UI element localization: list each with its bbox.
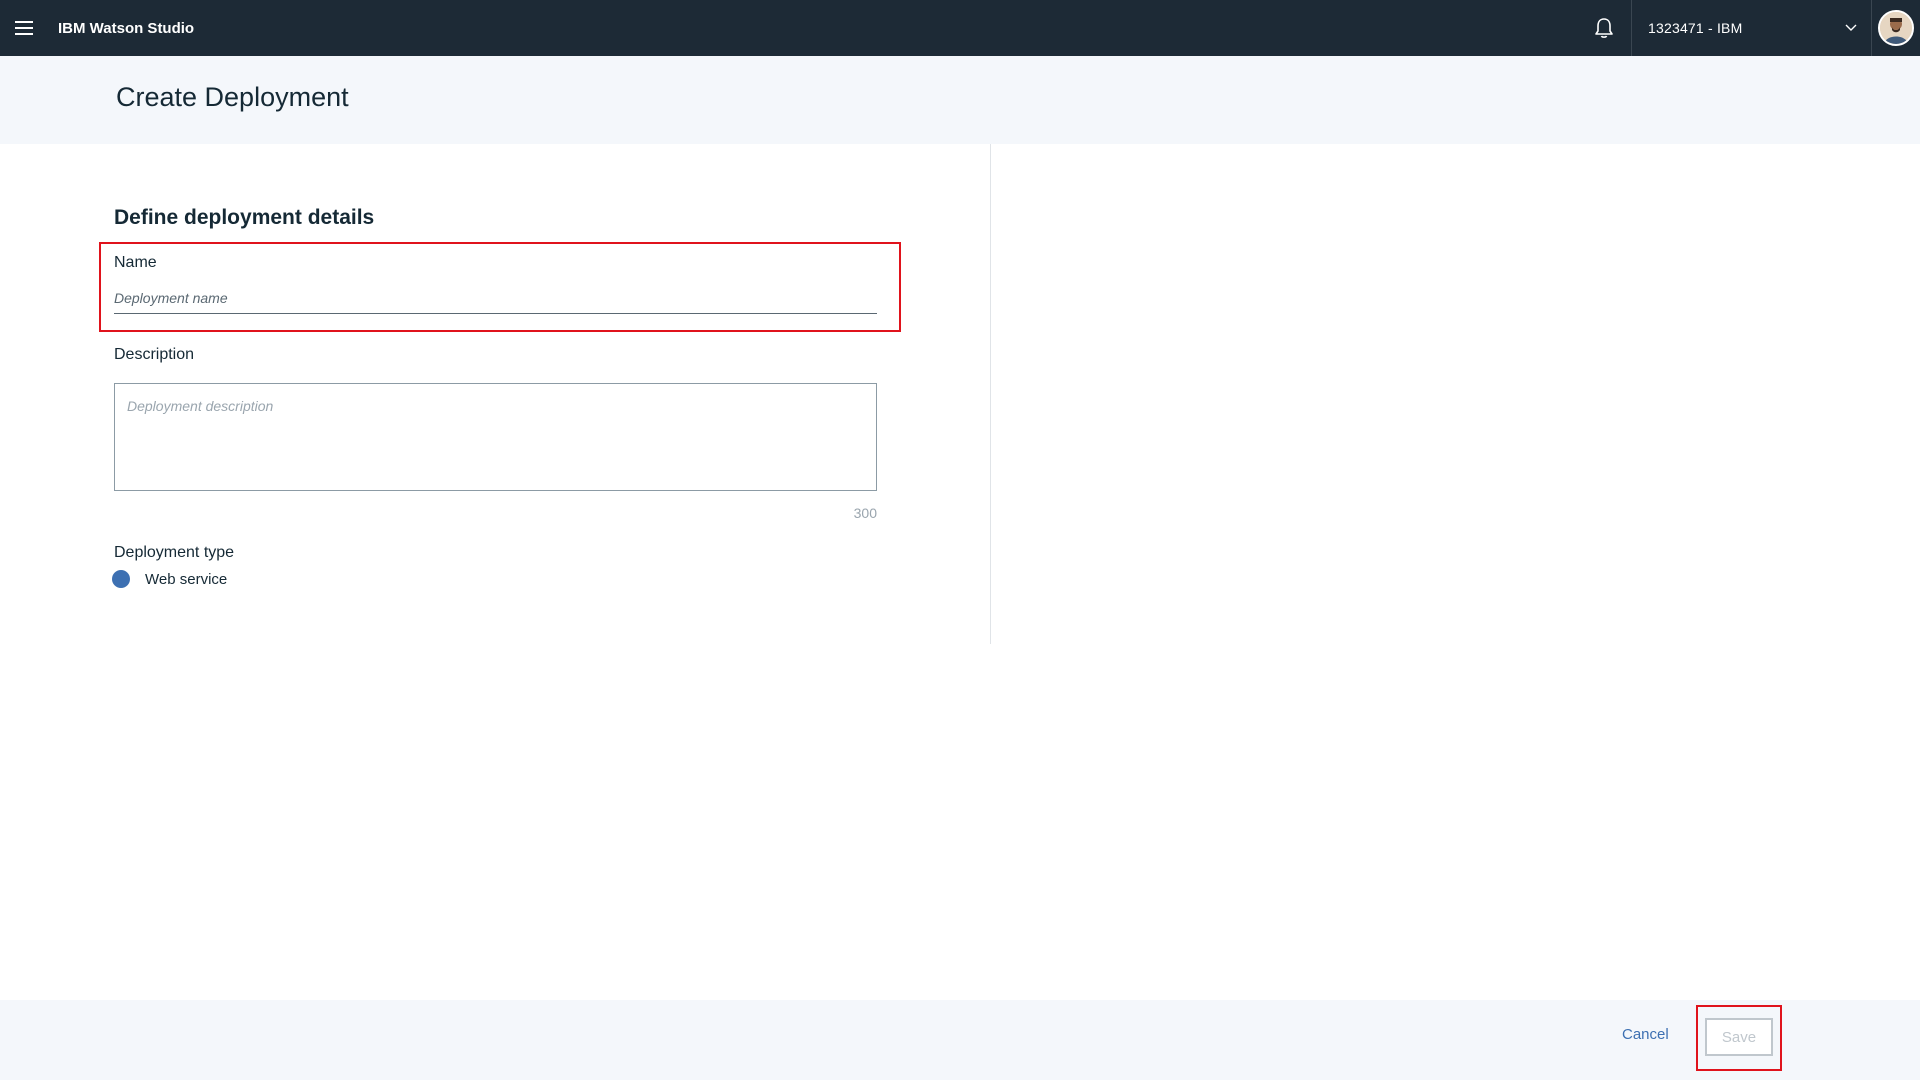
avatar[interactable] — [1872, 0, 1920, 56]
app-title[interactable]: IBM Watson Studio — [58, 20, 194, 37]
user-avatar-image — [1878, 10, 1914, 46]
hamburger-menu-icon[interactable] — [0, 0, 48, 56]
radio-web-service[interactable]: Web service — [112, 570, 227, 588]
page-title: Create Deployment — [116, 82, 349, 112]
description-label: Description — [114, 346, 195, 363]
deployment-name-input[interactable] — [114, 283, 877, 314]
account-switcher[interactable]: 1323471 - IBM — [1632, 0, 1872, 56]
cancel-button[interactable]: Cancel — [1622, 1026, 1669, 1043]
account-label: 1323471 - IBM — [1648, 20, 1743, 36]
name-label: Name — [114, 254, 157, 271]
bell-icon[interactable] — [1576, 0, 1632, 56]
character-limit: 300 — [853, 505, 877, 521]
panel-divider — [990, 144, 991, 644]
top-navigation-bar: IBM Watson Studio 1323471 - IBM — [0, 0, 1920, 56]
section-title: Define deployment details — [114, 206, 375, 229]
deployment-type-label: Deployment type — [114, 544, 235, 561]
deployment-description-input[interactable] — [114, 383, 877, 491]
page-header: Create Deployment — [0, 56, 1920, 144]
chevron-down-icon — [1845, 19, 1857, 37]
radio-label-web-service: Web service — [145, 570, 228, 588]
save-button[interactable]: Save — [1705, 1018, 1773, 1056]
radio-selected-icon[interactable] — [112, 570, 130, 588]
